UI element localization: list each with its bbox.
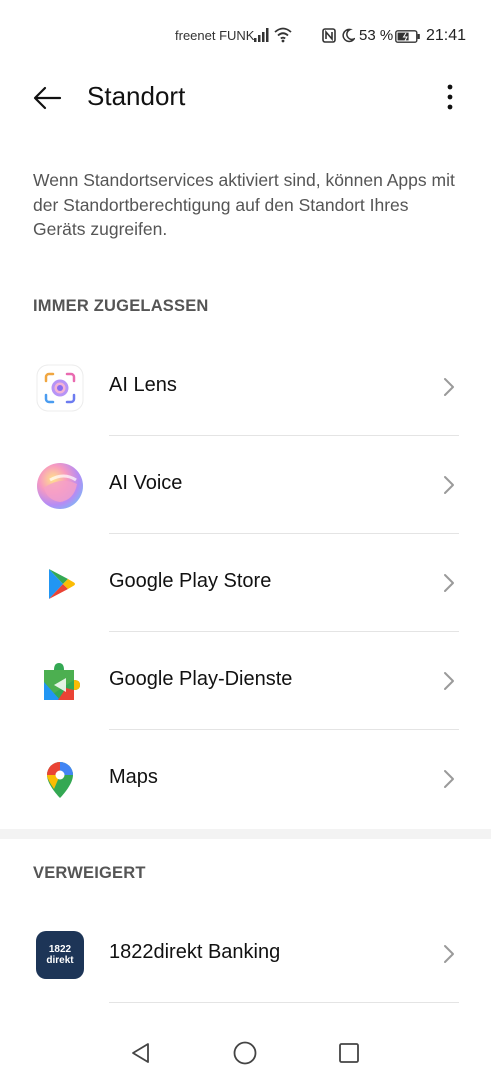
- ai-lens-icon: [36, 364, 84, 412]
- more-options-button[interactable]: [438, 80, 462, 116]
- nav-recents-button[interactable]: [336, 1040, 362, 1066]
- section-header-always-allowed: IMMER ZUGELASSEN: [33, 297, 209, 315]
- more-vertical-icon: [447, 84, 453, 110]
- 1822direkt-icon-text: 1822 direkt: [46, 944, 74, 966]
- clock-time: 21:41: [426, 27, 467, 44]
- chevron-right-icon: [444, 574, 454, 592]
- wifi-icon: [274, 27, 292, 43]
- app-label: Maps: [109, 766, 158, 788]
- arrow-back-icon: [33, 86, 62, 110]
- app-row-1822direkt-banking[interactable]: 1822 direkt 1822direkt Banking: [0, 905, 491, 1003]
- status-bar: freenet FUNK 53 % 21:41: [0, 0, 491, 72]
- system-navigation-bar: [0, 1024, 491, 1080]
- nav-back-triangle-icon: [132, 1043, 149, 1063]
- nav-home-button[interactable]: [232, 1040, 258, 1066]
- app-row-maps[interactable]: Maps: [0, 730, 491, 828]
- back-button[interactable]: [30, 80, 66, 116]
- chevron-right-icon: [444, 672, 454, 690]
- chevron-right-icon: [444, 945, 454, 963]
- app-label: 1822direkt Banking: [109, 941, 281, 963]
- nav-back-button[interactable]: [128, 1040, 154, 1066]
- section-separator: [0, 829, 491, 839]
- chevron-right-icon: [444, 378, 454, 396]
- nav-recents-square-icon: [339, 1043, 359, 1063]
- app-row-ai-lens[interactable]: AI Lens: [0, 338, 491, 436]
- carrier-name: freenet FUNK: [175, 28, 255, 43]
- google-play-services-icon: [44, 663, 80, 700]
- battery-icon: [395, 30, 420, 43]
- cellular-signal-icon: [254, 28, 269, 42]
- app-label: Google Play Store: [109, 570, 272, 592]
- app-header: Standort: [0, 72, 491, 122]
- battery-percent: 53 %: [359, 27, 394, 44]
- section-header-denied: VERWEIGERT: [33, 864, 146, 882]
- app-row-google-play-store[interactable]: Google Play Store: [0, 534, 491, 632]
- chevron-right-icon: [444, 476, 454, 494]
- ai-voice-icon: [37, 463, 83, 509]
- nav-home-circle-icon: [233, 1041, 257, 1065]
- maps-icon: [47, 762, 73, 798]
- app-label: Google Play-Dienste: [109, 668, 293, 690]
- app-label: AI Lens: [109, 374, 177, 396]
- nfc-icon: [322, 28, 336, 43]
- page-title: Standort: [87, 81, 186, 111]
- 1822direkt-icon: 1822 direkt: [36, 931, 84, 979]
- app-row-ai-voice[interactable]: AI Voice: [0, 436, 491, 534]
- do-not-disturb-moon-icon: [342, 28, 355, 43]
- chevron-right-icon: [444, 770, 454, 788]
- app-row-google-play-services[interactable]: Google Play-Dienste: [0, 632, 491, 730]
- google-play-store-icon: [49, 569, 75, 599]
- app-label: AI Voice: [109, 472, 183, 494]
- intro-description: Wenn Standortservices aktiviert sind, kö…: [33, 170, 455, 239]
- divider: [109, 1002, 459, 1003]
